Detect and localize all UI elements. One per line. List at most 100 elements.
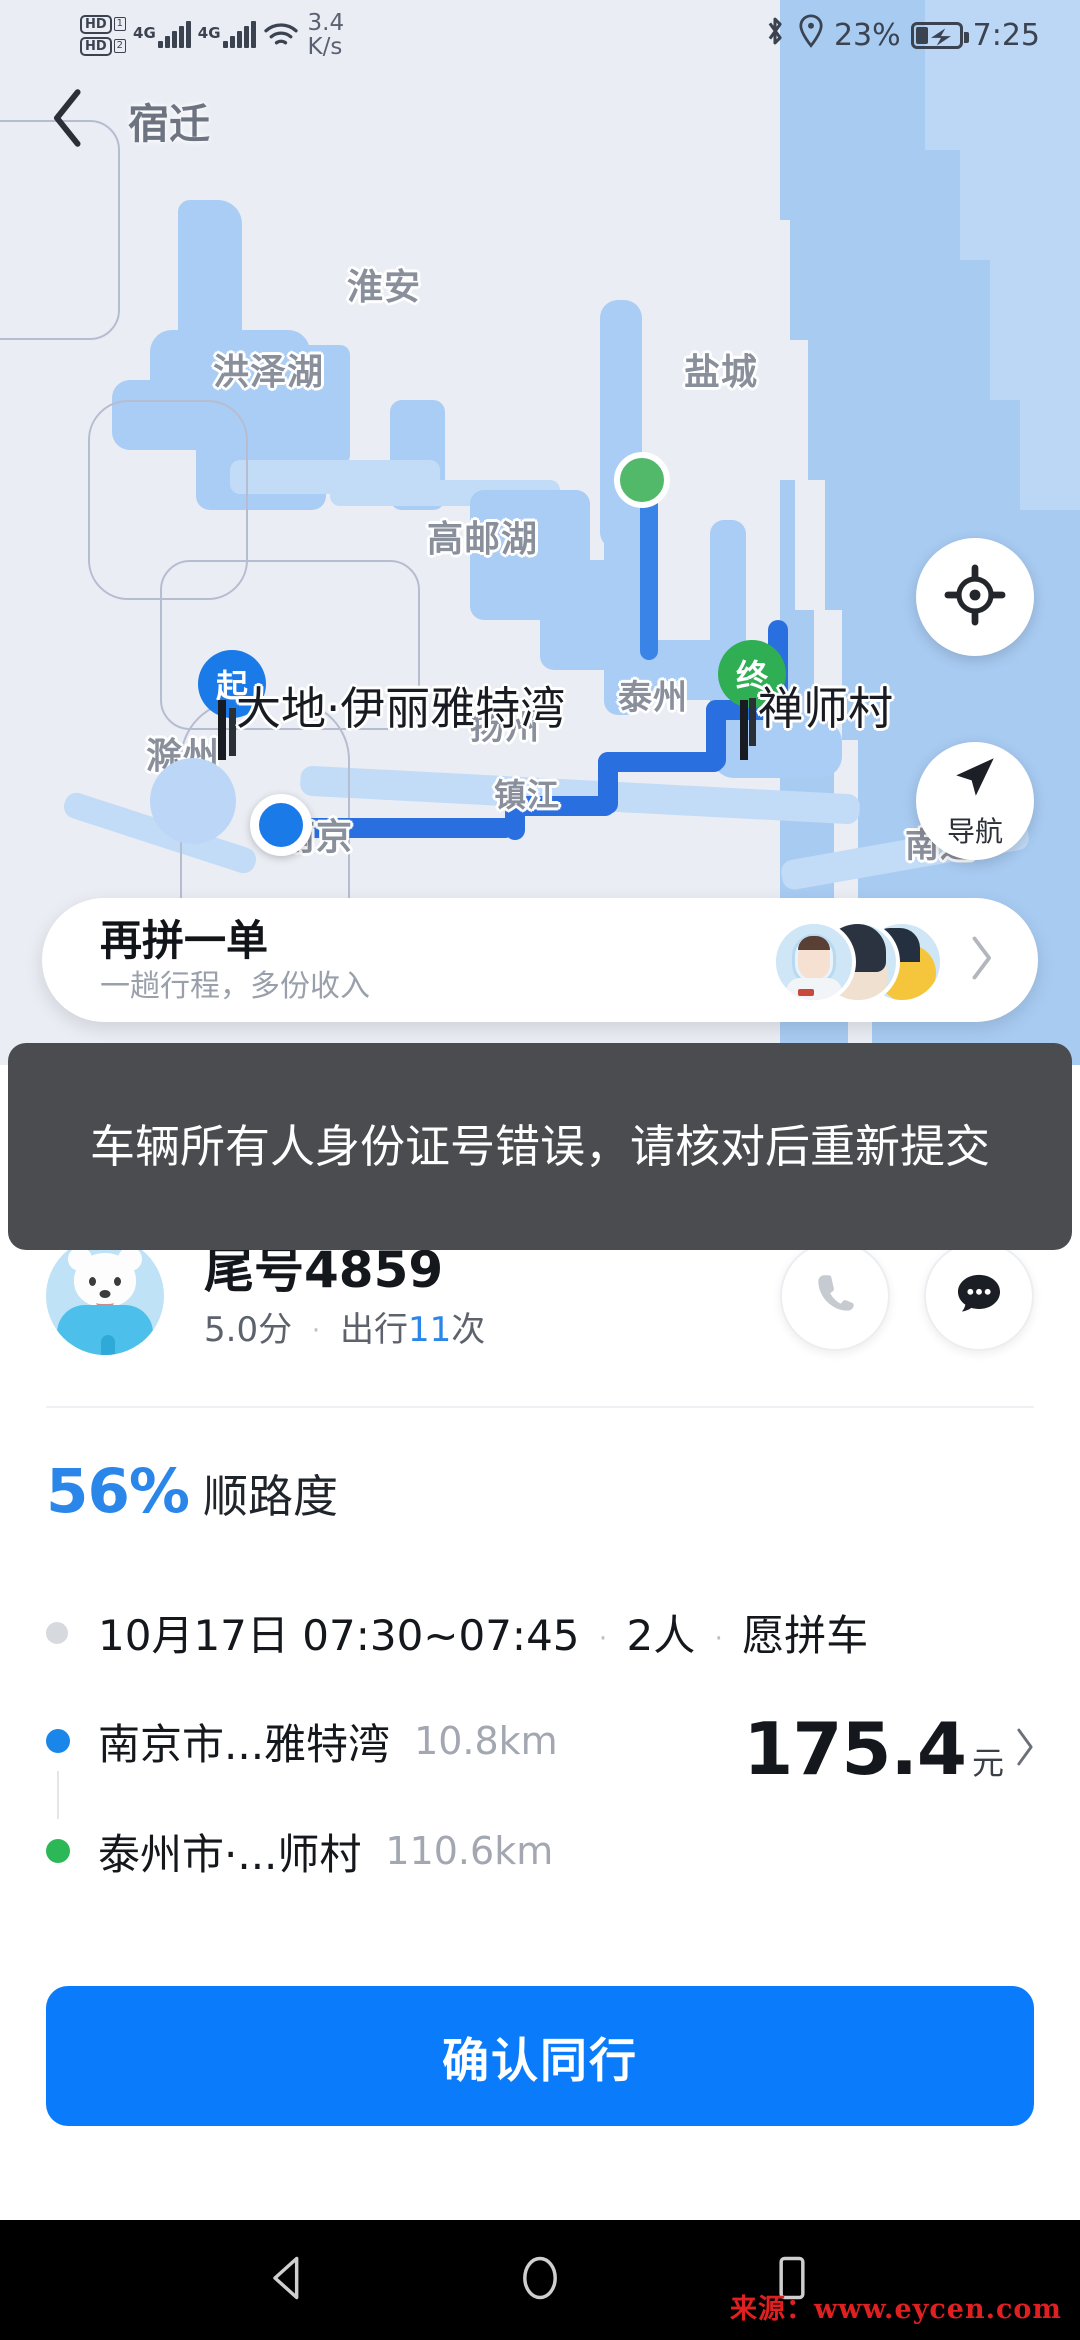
network-speed: 3.4 K/s [308, 11, 345, 59]
poi-end-label: 禅师村 [758, 682, 894, 735]
trip-separator: · [598, 1623, 608, 1654]
trip-date: 10月17日 [98, 1611, 289, 1660]
origin-name: 南京市...雅特湾 [98, 1719, 391, 1769]
signal-sim2: 4G [198, 21, 256, 48]
trip-separator: · [714, 1623, 723, 1654]
navigation-arrow-icon [950, 752, 1000, 806]
price-amount: 175.4 [743, 1707, 967, 1791]
map-label-hongzehu: 洪泽湖 [213, 352, 325, 393]
clock: 7:25 [972, 17, 1040, 53]
divider [46, 1406, 1034, 1408]
map-label-taizhou: 泰州 [618, 678, 688, 718]
carpool-promo-card[interactable]: 再拼一单 一趟行程，多份收入 [42, 898, 1038, 1022]
poi-end-tick [740, 700, 748, 760]
map-label-zhenjiang: 镇江 [494, 776, 561, 814]
signal-bars-icon [157, 21, 191, 48]
carpool-promo-avatars [772, 912, 962, 1008]
circle-home-icon[interactable] [514, 2252, 566, 2308]
location-icon [798, 14, 824, 56]
carpool-promo-subtitle: 一趟行程，多份收入 [100, 969, 370, 1005]
start-marker-stem [229, 708, 236, 756]
destination-name: 泰州市·...师村 [98, 1829, 362, 1879]
hd1-sim: 1 [113, 17, 127, 31]
trip-time-range: 07:30~07:45 [302, 1611, 580, 1660]
status-bar: HD 1 HD 2 4G 4G 3.4 K/s 23% 7:25 [0, 0, 1080, 70]
navigation-button[interactable]: 导航 [916, 742, 1034, 860]
map-coast [795, 480, 825, 610]
hd1-badge: HD 1 [80, 14, 127, 34]
locate-button[interactable] [916, 538, 1034, 656]
error-toast: 车辆所有人身份证号错误，请核对后重新提交 [8, 1043, 1072, 1250]
match-rate-percent: 56% [46, 1456, 190, 1527]
route-connector [57, 1771, 59, 1819]
end-marker-stem [749, 698, 756, 746]
chat-bubble-icon [953, 1268, 1005, 1324]
map-waypoint-dot [614, 452, 670, 508]
driver-meta: 5.0分 · 出行11次 [204, 1309, 486, 1350]
match-rate-label: 顺路度 [203, 1470, 339, 1523]
bear-nose [99, 1290, 111, 1298]
driver-name: 尾号4859 [204, 1240, 444, 1299]
network-speed-value: 3.4 [307, 9, 345, 36]
driver-trips-suffix: 次 [451, 1309, 486, 1350]
map-label-huaian: 淮安 [347, 267, 422, 308]
wifi-icon [263, 22, 298, 48]
chevron-left-icon [48, 87, 90, 153]
map-sea-shallow [990, 260, 1080, 400]
signal-sim1: 4G [133, 21, 191, 48]
back-button[interactable] [46, 87, 92, 153]
sim1-network-type: 4G [133, 24, 156, 42]
bear-eye-left [89, 1277, 96, 1286]
status-bar-right: 23% 7:25 [762, 14, 1040, 56]
page-title: 宿迁 [128, 100, 210, 148]
current-location-dot [250, 794, 312, 856]
avatar[interactable] [46, 1237, 164, 1355]
navigation-button-label: 导航 [946, 815, 1003, 848]
bear-pocket [101, 1335, 115, 1355]
signal-bars-icon [222, 21, 256, 48]
driver-texts: 尾号4859 5.0分 · 出行11次 [204, 1240, 486, 1350]
trip-passengers: 2人 [626, 1611, 696, 1660]
poi-start-label: 大地·伊丽雅特湾 [236, 682, 566, 735]
origin-dot-icon [46, 1729, 70, 1753]
status-bar-left: HD 1 HD 2 4G 4G 3.4 K/s [80, 11, 344, 59]
driver-trips-count: 11 [407, 1309, 452, 1350]
avatar [772, 920, 856, 1004]
poi-start-tick [218, 700, 226, 760]
call-button[interactable] [780, 1241, 890, 1351]
message-button[interactable] [924, 1241, 1034, 1351]
origin-distance: 10.8km [414, 1719, 558, 1763]
map-coast [760, 220, 790, 340]
origin-halo [150, 758, 236, 844]
hd-indicators: HD 1 HD 2 [80, 14, 127, 56]
trip-info-row: 10月17日 07:30~07:45 · 2人 · 愿拼车 [46, 1602, 868, 1663]
error-toast-message: 车辆所有人身份证号错误，请核对后重新提交 [89, 1119, 990, 1173]
chevron-right-icon [968, 935, 994, 985]
chevron-right-icon [1014, 1727, 1036, 1771]
destination-dot-icon [46, 1839, 70, 1863]
phone-screen: 起 终 大地·伊丽雅特湾 禅师村 淮安 盐城 洪泽湖 高邮湖 滁州 南京 扬州 … [0, 0, 1080, 2340]
network-speed-unit: K/s [307, 34, 343, 60]
trip-info-dot [46, 1621, 68, 1644]
driver-row[interactable]: 尾号4859 5.0分 · 出行11次 [0, 1237, 1080, 1355]
watermark: 来源：www.eycen.com [730, 2294, 1062, 2325]
trip-info-text: 10月17日 07:30~07:45 · 2人 · 愿拼车 [98, 1602, 868, 1663]
driver-trips-prefix: 出行 [339, 1309, 408, 1350]
battery-charging-icon [910, 21, 969, 49]
triangle-back-icon[interactable] [262, 2252, 314, 2308]
bluetooth-icon [762, 14, 788, 56]
map-label-gaoyouhu: 高邮湖 [427, 519, 539, 560]
price-block[interactable]: 175.4 元 [743, 1707, 1036, 1791]
carpool-promo-texts: 再拼一单 一趟行程，多份收入 [100, 917, 370, 1003]
driver-actions [780, 1241, 1034, 1351]
battery-percent: 23% [833, 17, 901, 53]
meta-separator: · [311, 1316, 321, 1346]
confirm-button[interactable]: 确认同行 [46, 1986, 1034, 2126]
trip-carpool-pref: 愿拼车 [742, 1611, 869, 1660]
hd2-sim: 2 [113, 39, 127, 53]
hd2-label: HD [80, 36, 112, 56]
price-unit: 元 [971, 1744, 1004, 1782]
map-label-yancheng: 盐城 [684, 352, 759, 393]
bear-body [57, 1305, 153, 1355]
map-coast [774, 340, 808, 480]
